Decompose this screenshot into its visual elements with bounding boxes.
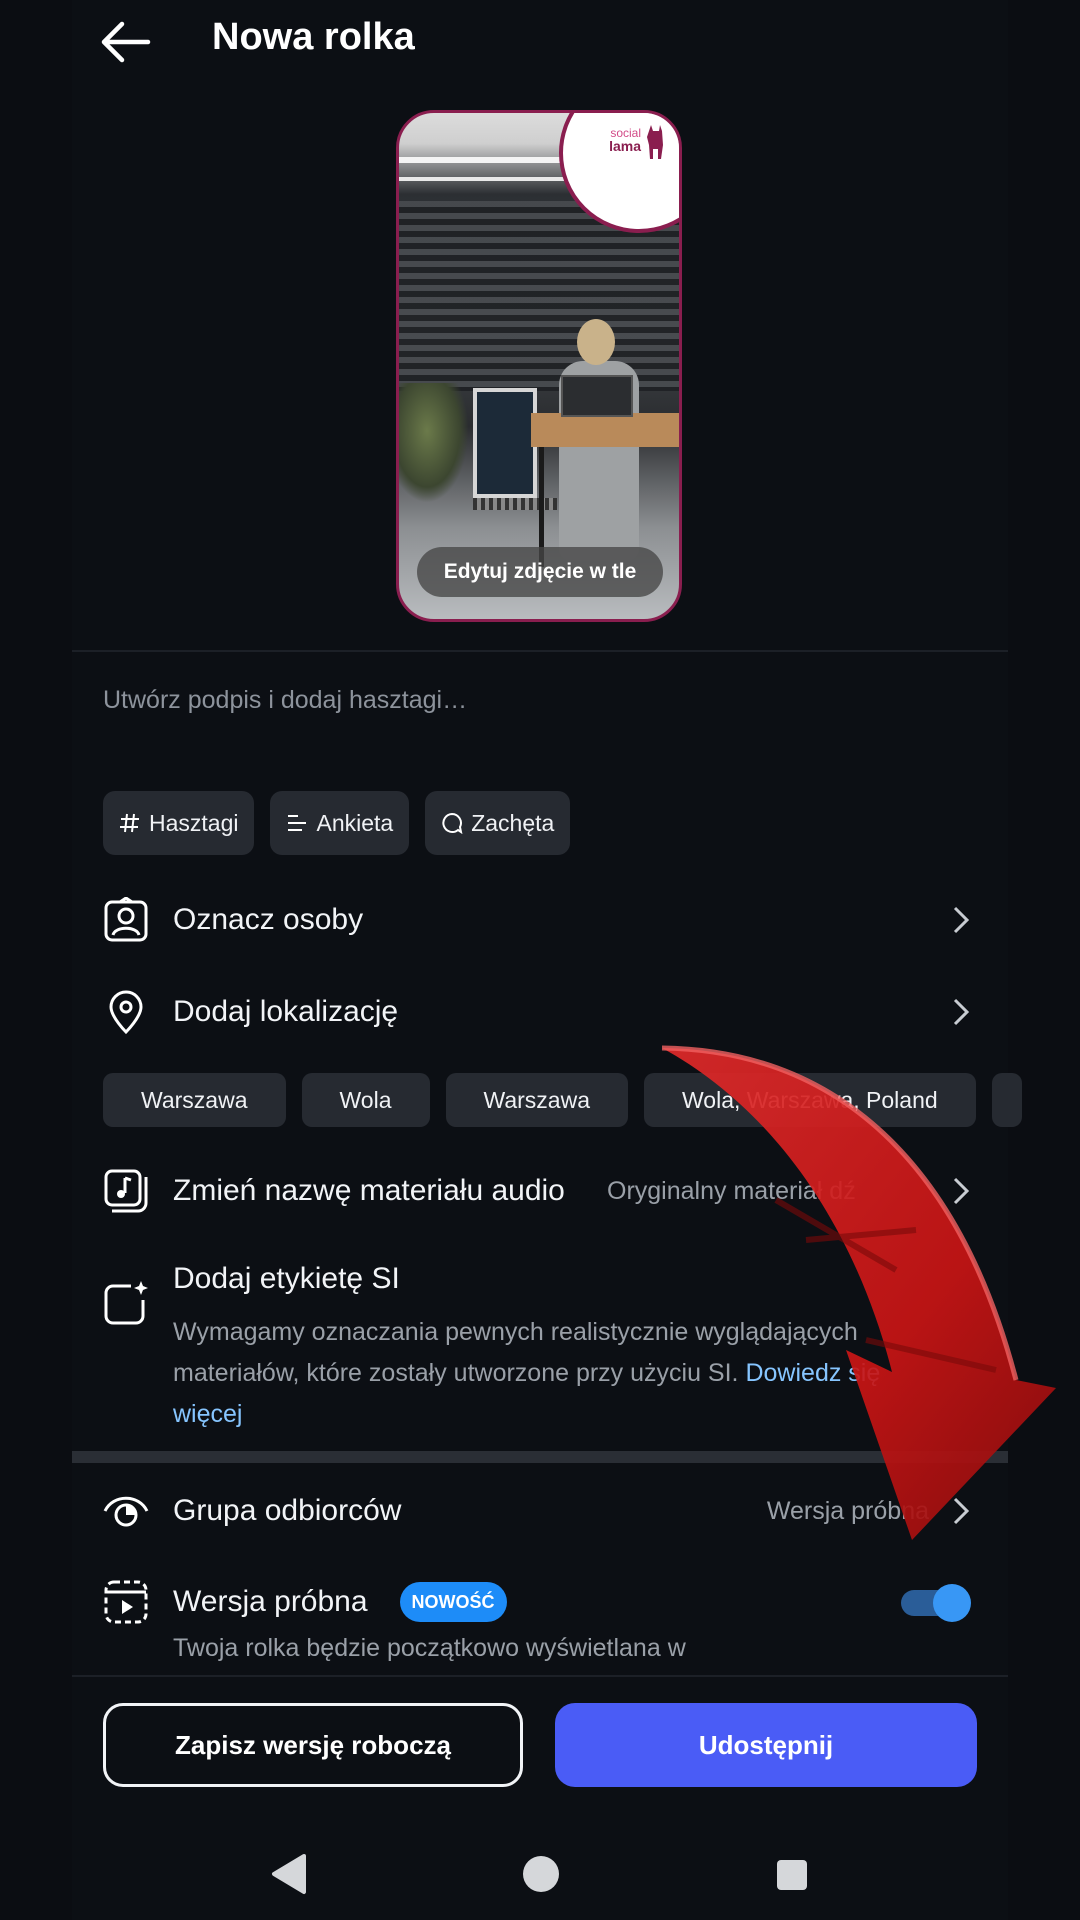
location-chip[interactable]: Wola (301, 1073, 430, 1127)
location-chip[interactable]: Wola, Warszawa, Poland (644, 1073, 976, 1127)
caption-tools: Hasztagi Ankieta Zachęta (103, 791, 571, 855)
thumb-floor-grate (473, 498, 557, 510)
location-chip[interactable]: Warszawa (103, 1073, 286, 1127)
audio-file-icon (104, 1169, 148, 1213)
row-label: Zmień nazwę materiału audio (173, 1174, 565, 1207)
prompt-chip[interactable]: Zachęta (425, 791, 571, 855)
location-pin-icon (109, 990, 143, 1035)
location-chip[interactable]: Warszawa (445, 1073, 628, 1127)
caption-input[interactable] (103, 686, 963, 715)
chip-label: Ankieta (316, 809, 394, 836)
chip-label: Zachęta (471, 809, 555, 836)
tag-person-icon (104, 897, 148, 942)
chevron-right-icon (953, 1497, 970, 1525)
row-label: Wersja próbna (173, 1585, 368, 1618)
thumb-person-head (577, 319, 615, 365)
llama-logo-icon (647, 125, 663, 159)
reel-cover-thumbnail[interactable]: social lama Edytuj zdjęcie w tle (396, 110, 682, 622)
system-recents-icon[interactable] (777, 1860, 807, 1890)
row-value: Wersja próbna (766, 1496, 929, 1525)
thumb-plant (399, 383, 469, 503)
eye-icon (103, 1496, 149, 1527)
ai-sparkle-icon (104, 1281, 148, 1325)
row-value: Oryginalny materiał dź (607, 1176, 856, 1205)
page-title: Nowa rolka (212, 16, 415, 58)
section-separator (72, 1451, 1008, 1463)
divider (72, 650, 1008, 652)
new-badge: NOWOŚĆ (399, 1582, 507, 1622)
rename-audio-row[interactable]: Zmień nazwę materiału audio Oryginalny m… (103, 1166, 973, 1216)
list-icon (288, 815, 307, 831)
row-label: Dodaj lokalizację (173, 995, 399, 1028)
thumb-desk-leg (679, 447, 682, 567)
trial-description: Twoja rolka będzie początkowo wyświetlan… (173, 1634, 686, 1662)
share-button[interactable]: Udostępnij (555, 1703, 977, 1787)
thumb-desk (531, 413, 679, 447)
location-chip[interactable] (991, 1073, 1022, 1127)
location-suggestions: Warszawa Wola Warszawa Wola, Warszawa, P… (103, 1073, 1022, 1127)
chevron-right-icon (953, 1177, 970, 1205)
tag-people-row[interactable]: Oznacz osoby (103, 895, 973, 945)
row-label: Oznacz osoby (173, 903, 364, 936)
chevron-right-icon (953, 998, 970, 1026)
brand-logo-text: social lama (609, 126, 641, 154)
system-back-icon[interactable] (268, 1852, 308, 1896)
edit-cover-button[interactable]: Edytuj zdjęcie w tle (417, 547, 663, 597)
row-label: Grupa odbiorców (173, 1494, 402, 1527)
ai-label-description: Wymagamy oznaczania pewnych realistyczni… (173, 1318, 881, 1428)
audience-row[interactable]: Grupa odbiorców Wersja próbna (103, 1486, 973, 1536)
toggle-knob (933, 1584, 971, 1622)
hashtags-chip[interactable]: Hasztagi (103, 791, 255, 855)
system-home-icon[interactable] (523, 1856, 559, 1892)
hash-icon (120, 813, 139, 833)
save-draft-button[interactable]: Zapisz wersję roboczą (103, 1703, 523, 1787)
speech-bubble-icon (442, 812, 463, 834)
trial-toggle[interactable] (899, 1584, 973, 1622)
reel-icon (104, 1580, 148, 1624)
add-location-row[interactable]: Dodaj lokalizację (103, 987, 973, 1037)
trial-row: Wersja próbna NOWOŚĆ (103, 1577, 973, 1627)
back-arrow-icon[interactable] (98, 18, 154, 66)
ai-label-title: Dodaj etykietę SI (173, 1262, 400, 1295)
thumb-laptop (561, 375, 633, 417)
poll-chip[interactable]: Ankieta (270, 791, 410, 855)
thumb-poster (473, 388, 537, 498)
chevron-right-icon (953, 906, 970, 934)
chip-label: Hasztagi (149, 809, 239, 836)
